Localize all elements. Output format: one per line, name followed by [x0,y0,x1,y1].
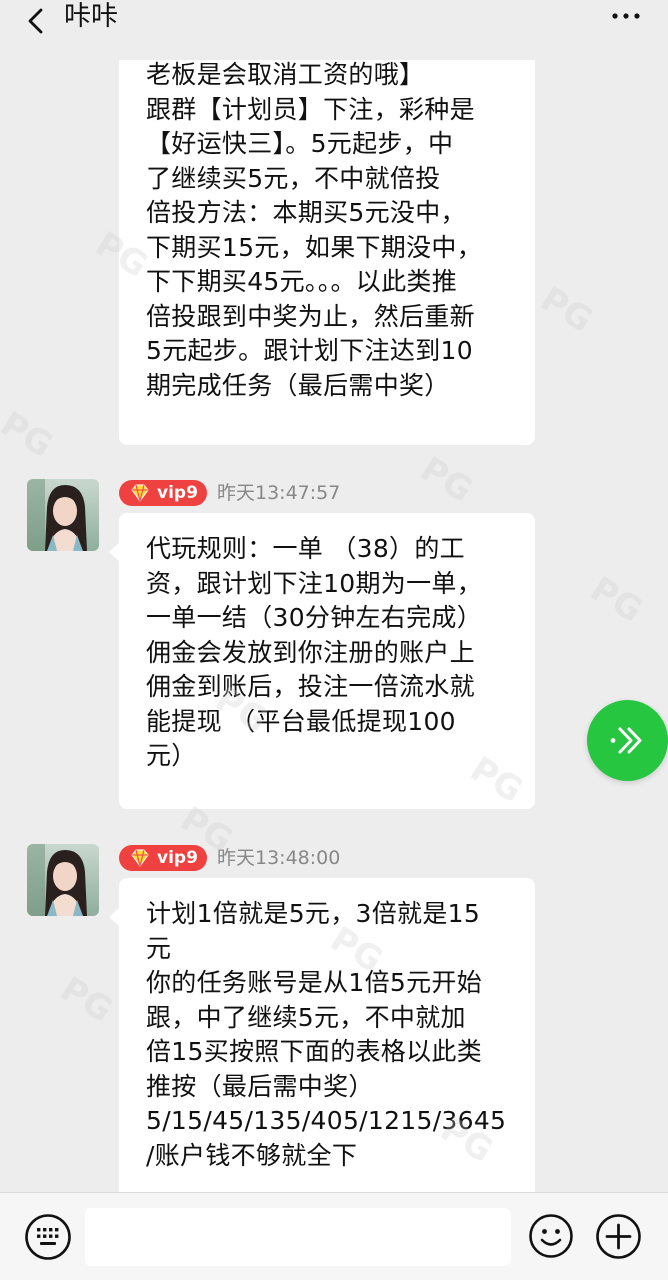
message-line: 期完成任务（最后需中奖） [146,370,450,400]
message-line: 了继续买5元，不中就倍投 [146,163,441,193]
message-line: 代玩规则：一单 （38）的工 [146,534,465,563]
message-line: 下期买15元，如果下期没中， [146,232,483,262]
chat-area[interactable]: 老板是会取消工资的哦】 跟群【计划员】下注，彩种是 【好运快三】。5元起步，中 … [0,60,668,1192]
message-bubble[interactable]: 老板是会取消工资的哦】 跟群【计划员】下注，彩种是 【好运快三】。5元起步，中 … [119,60,535,445]
message-line: 佣金到账后，投注一倍流水就 [146,672,475,701]
message-line: 资，跟计划下注10期为一单， [146,568,483,598]
message-time: 昨天13:47:57 [217,482,341,504]
avatar-image [27,479,99,551]
vip-label: vip9 [157,848,198,868]
message-line: 5/15/45/135/405/1215/3645 [146,1106,507,1135]
gem-icon [131,484,149,502]
avatar[interactable] [27,844,99,916]
message-line: 你的任务账号是从1倍5元开始 [146,968,483,997]
message-line: 元） [146,741,197,770]
message-bubble[interactable]: 计划1倍就是5元，3倍就是15 元 你的任务账号是从1倍5元开始 跟，中了继续5… [109,878,535,1192]
vip-badge: vip9 [119,845,207,871]
message-line: 倍投跟到中奖为止，然后重新 [146,301,475,331]
avatar[interactable] [27,479,99,551]
message-line: 【好运快三】。5元起步，中 [146,129,454,158]
message-line: /账户钱不够就全下 [146,1140,358,1170]
message-bubble[interactable]: 代玩规则：一单 （38）的工 资，跟计划下注10期为一单， 一单一结（30分钟左… [109,513,535,809]
message-line: 倍投方法：本期买5元没中， [146,198,466,227]
message-line: 下下期买45元。。。以此类推 [146,267,458,296]
avatar-image [27,844,99,916]
message-line: 跟，中了继续5元，不中就加 [146,1002,466,1032]
message-input[interactable] [85,1208,511,1266]
forward-chevrons-icon [610,727,642,754]
message-line: 倍15买按照下面的表格以此类 [146,1037,483,1066]
message-time: 昨天13:48:00 [217,847,341,869]
input-bar [0,1192,668,1280]
message-line: 老板是会取消工资的哦】 [146,60,425,89]
more-dots-icon[interactable] [610,4,642,28]
message-line: 佣金会发放到你注册的账户上 [146,637,475,667]
bubble-tail [109,543,119,561]
vip-badge: vip9 [119,480,207,506]
forward-button[interactable] [587,700,668,781]
message-line: 推按（最后需中奖） [146,1071,374,1101]
message-line: 能提现 （平台最低提现100 [146,706,456,736]
gem-icon [131,849,149,867]
message-line: 5元起步。跟计划下注达到10 [146,336,473,365]
vip-label: vip9 [157,483,198,503]
message-line: 一单一结（30分钟左右完成） [146,603,483,632]
emoji-icon[interactable] [528,1213,574,1259]
message-line: 元 [146,933,172,963]
message-line: 计划1倍就是5元，3倍就是15 [146,899,481,928]
chat-title: 咔咔 [64,1,118,32]
chevron-left-icon[interactable] [22,6,52,36]
top-bar: 咔咔 [0,0,668,60]
keyboard-icon[interactable] [24,1213,72,1261]
message-line: 跟群【计划员】下注，彩种是 [146,94,475,124]
plus-icon[interactable] [595,1213,642,1260]
bubble-tail [109,908,119,926]
